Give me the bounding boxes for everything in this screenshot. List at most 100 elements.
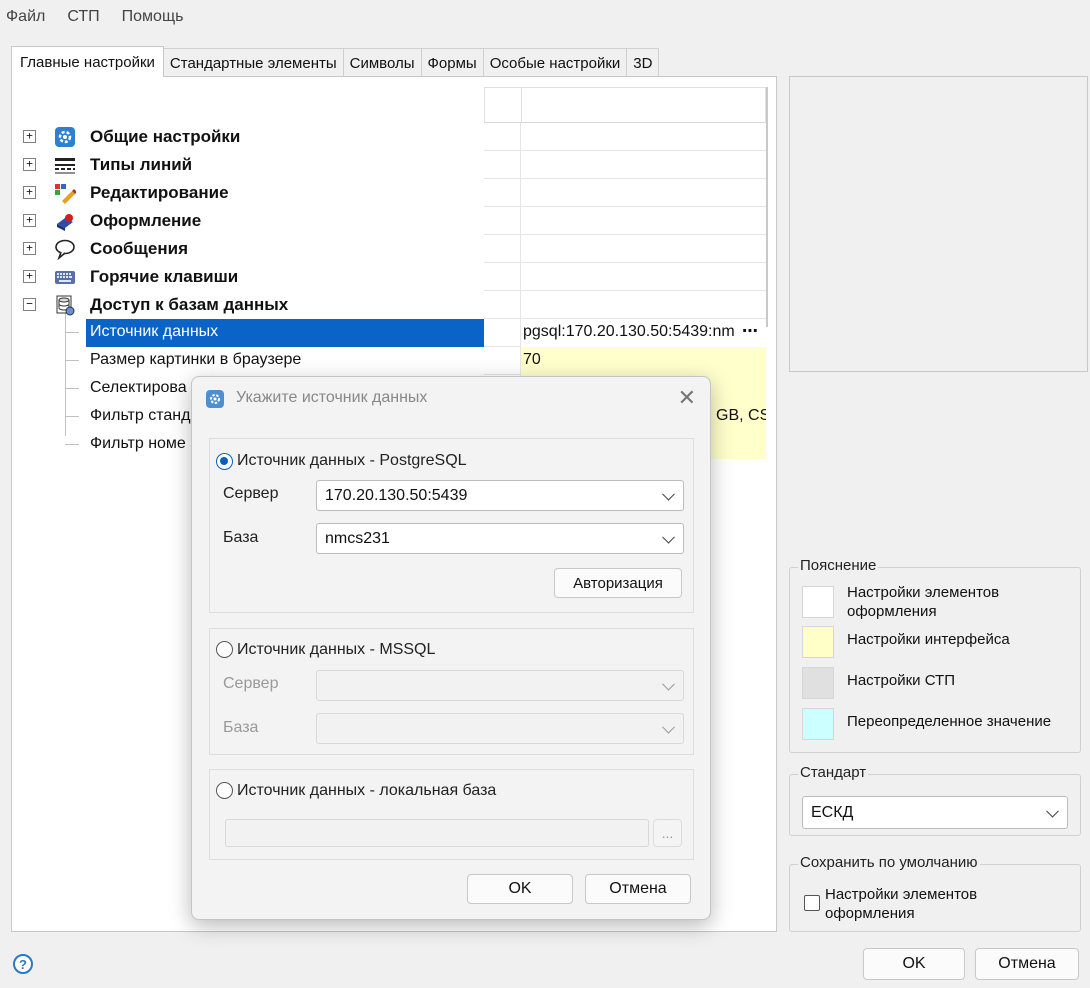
local-db-path-field[interactable]	[225, 819, 649, 847]
tree-row-design[interactable]: + Оформление	[12, 207, 766, 235]
tab-forms[interactable]: Формы	[420, 48, 484, 77]
tab-symbols[interactable]: Символы	[342, 48, 422, 77]
database-icon	[54, 294, 76, 316]
mssql-section: Источник данных - MSSQL Сервер База	[209, 628, 694, 755]
expand-icon[interactable]: +	[23, 270, 36, 283]
chevron-down-icon	[662, 720, 675, 734]
ok-button[interactable]: OK	[863, 948, 965, 980]
tree-row-image-size[interactable]: Размер картинки в браузере 70	[12, 347, 766, 375]
grid-scrollbar[interactable]	[766, 87, 768, 327]
legend-swatch-cyan	[802, 708, 834, 740]
tree-row-line-types[interactable]: + Типы линий	[12, 151, 766, 179]
expand-icon[interactable]: +	[23, 186, 36, 199]
expand-icon[interactable]: +	[23, 158, 36, 171]
help-icon[interactable]: ?	[13, 954, 33, 974]
tree-row-general[interactable]: + Общие настройки	[12, 123, 766, 151]
value-text: pgsql:170.20.130.50:5439:nm	[523, 323, 735, 340]
tab-main-settings[interactable]: Главные настройки	[11, 46, 164, 77]
local-db-radio[interactable]	[216, 782, 233, 799]
legend-swatch-white	[802, 586, 834, 618]
mssql-db-select[interactable]	[316, 713, 684, 744]
line-types-icon	[54, 154, 76, 176]
mssql-radio[interactable]	[216, 641, 233, 658]
preview-pane	[789, 76, 1088, 372]
tree-label: Фильтр станд	[90, 407, 191, 424]
mssql-radio-label: Источник данных - MSSQL	[237, 641, 436, 658]
legend-label: Настройки элементов оформления	[847, 584, 1000, 620]
server-select[interactable]: 170.20.130.50:5439	[316, 480, 684, 511]
tree-label: Размер картинки в браузере	[90, 351, 302, 368]
dialog-ok-button[interactable]: OK	[467, 874, 573, 904]
legend-swatch-yellow	[802, 626, 834, 658]
gear-icon	[54, 126, 76, 148]
tree-label: Доступ к базам данных	[90, 295, 289, 314]
standard-group: Стандарт ЕСКД	[789, 764, 1081, 836]
standard-select[interactable]: ЕСКД	[802, 796, 1068, 829]
save-default-label: Настройки элементов оформления	[825, 886, 978, 922]
db-select[interactable]: nmcs231	[316, 523, 684, 554]
browse-button[interactable]: ...	[653, 819, 682, 847]
authorization-button[interactable]: Авторизация	[554, 568, 682, 598]
tab-3d[interactable]: 3D	[626, 48, 660, 77]
expand-icon[interactable]: +	[23, 214, 36, 227]
local-db-section: Источник данных - локальная база ...	[209, 769, 694, 860]
mssql-server-label: Сервер	[223, 675, 279, 692]
db-label: База	[223, 529, 259, 546]
data-source-value[interactable]: pgsql:170.20.130.50:5439:nm	[521, 319, 766, 347]
design-icon	[54, 210, 76, 232]
save-default-group: Сохранить по умолчанию Настройки элемент…	[789, 854, 1081, 932]
tree-label: Оформление	[90, 211, 202, 230]
save-default-checkbox[interactable]	[804, 895, 820, 911]
chevron-down-icon	[662, 487, 675, 501]
menu-help[interactable]: Помощь	[122, 8, 184, 26]
tree-row-messages[interactable]: + Сообщения	[12, 235, 766, 263]
chevron-down-icon	[1046, 804, 1059, 818]
standard-value: ЕСКД	[811, 803, 854, 821]
message-icon	[54, 238, 76, 260]
tree-label: Источник данных	[90, 323, 219, 340]
postgres-section: Источник данных - PostgreSQL Сервер 170.…	[209, 438, 694, 613]
tree-label: Сообщения	[90, 239, 188, 258]
tree-label: Типы линий	[90, 155, 193, 174]
keyboard-icon	[54, 266, 76, 288]
mssql-db-label: База	[223, 719, 259, 736]
expand-icon[interactable]: +	[23, 242, 36, 255]
tree-label: Редактирование	[90, 183, 229, 202]
tree-label: Горячие клавиши	[90, 267, 239, 286]
tab-standard-elements[interactable]: Стандартные элементы	[162, 48, 344, 77]
dialog-cancel-button[interactable]: Отмена	[585, 874, 691, 904]
postgres-radio-label: Источник данных - PostgreSQL	[237, 452, 467, 469]
edit-icon	[54, 182, 76, 204]
server-value: 170.20.130.50:5439	[325, 486, 468, 504]
more-button[interactable]: ⋯	[742, 321, 758, 341]
tree-label: Фильтр номе	[90, 435, 186, 452]
menu-stp[interactable]: СТП	[67, 8, 99, 26]
legend-label: Настройки СТП	[847, 672, 955, 689]
collapse-icon[interactable]: −	[23, 298, 36, 311]
data-source-dialog: Укажите источник данных ✕ Источник данны…	[191, 376, 711, 920]
image-size-value[interactable]: 70	[521, 347, 766, 375]
postgres-radio[interactable]	[216, 453, 233, 470]
mssql-server-select[interactable]	[316, 670, 684, 701]
tree-row-database-access[interactable]: − Доступ к базам данных	[12, 291, 766, 319]
selected-row-highlight: Источник данных	[86, 319, 484, 347]
close-icon[interactable]: ✕	[678, 385, 696, 411]
tree-row-data-source[interactable]: Источник данных pgsql:170.20.130.50:5439…	[12, 319, 766, 347]
chevron-down-icon	[662, 530, 675, 544]
legend-swatch-gray	[802, 667, 834, 699]
expand-icon[interactable]: +	[23, 130, 36, 143]
legend-label: Настройки интерфейса	[847, 631, 1010, 648]
legend-group: Пояснение Настройки элементов оформления…	[789, 557, 1081, 753]
grid-header	[484, 87, 766, 123]
local-db-radio-label: Источник данных - локальная база	[237, 782, 497, 799]
save-default-title: Сохранить по умолчанию	[798, 854, 980, 871]
menu-file[interactable]: Файл	[6, 8, 45, 26]
cancel-button[interactable]: Отмена	[975, 948, 1079, 980]
db-value: nmcs231	[325, 529, 390, 547]
legend-label: Переопределенное значение	[847, 713, 1052, 730]
tree-row-hotkeys[interactable]: + Горячие клавиши	[12, 263, 766, 291]
tab-special-settings[interactable]: Особые настройки	[482, 48, 628, 77]
tree-row-editing[interactable]: + Редактирование	[12, 179, 766, 207]
standard-title: Стандарт	[798, 764, 869, 781]
tree-label: Общие настройки	[90, 127, 241, 146]
